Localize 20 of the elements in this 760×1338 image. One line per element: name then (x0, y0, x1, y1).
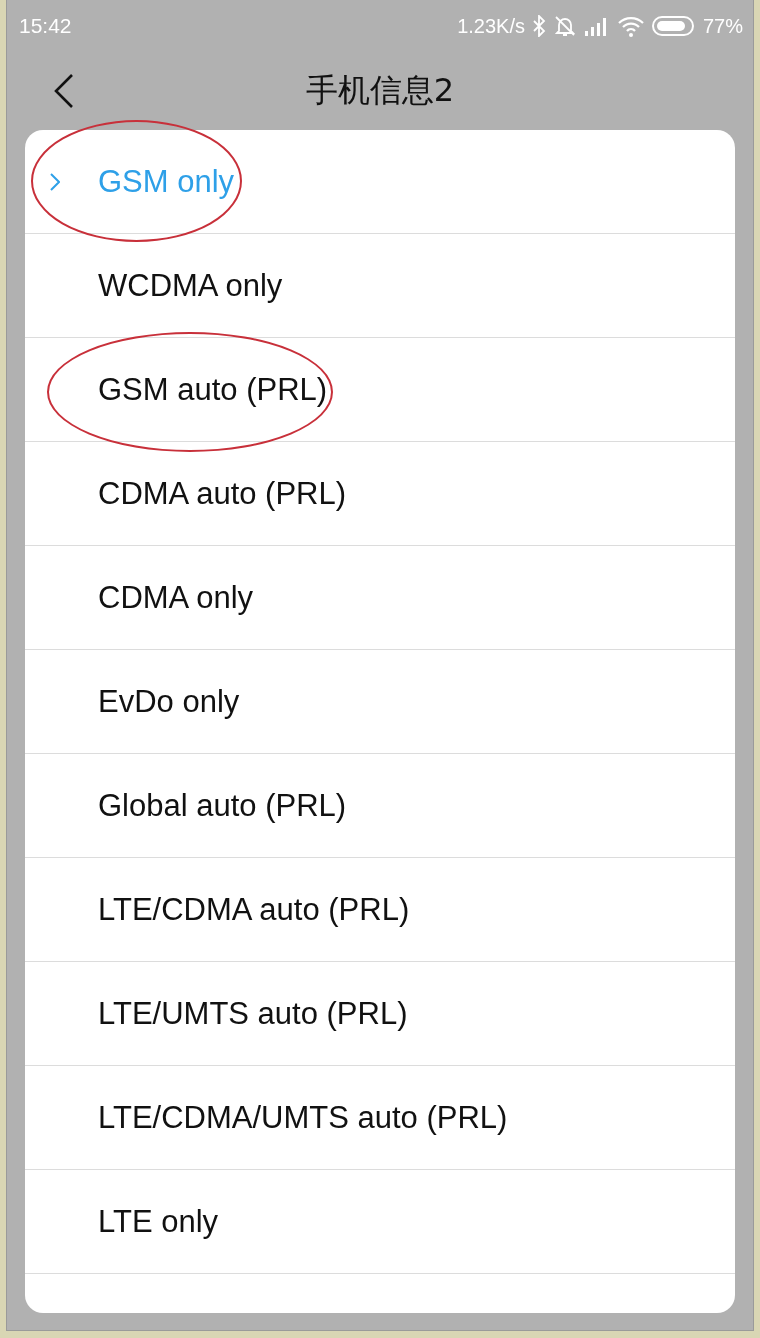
wifi-icon (616, 15, 645, 37)
back-icon[interactable] (53, 73, 75, 109)
battery-icon (651, 15, 696, 37)
option-item[interactable]: Global auto (PRL) (25, 754, 735, 858)
option-item[interactable]: LTE/UMTS auto (PRL) (25, 962, 735, 1066)
bluetooth-icon (531, 15, 546, 37)
option-item[interactable]: CDMA only (25, 546, 735, 650)
option-item[interactable]: GSM auto (PRL) (25, 338, 735, 442)
battery-percent: 77% (702, 14, 743, 38)
option-item[interactable]: LTE/CDMA auto (PRL) (25, 858, 735, 962)
chevron-icon (50, 172, 60, 191)
option-item[interactable]: LTE only (25, 1170, 735, 1274)
option-item[interactable]: LTE/CDMA/UMTS auto (PRL) (25, 1066, 735, 1170)
clock-time: 15:42 (19, 14, 72, 38)
screen-title: 手机信息2 (305, 70, 455, 111)
option-item[interactable]: EvDo only (25, 650, 735, 754)
option-item[interactable]: CDMA auto (PRL) (25, 442, 735, 546)
muted-bell-icon (552, 14, 577, 38)
option-item[interactable]: WCDMA only (25, 234, 735, 338)
network-speed: 1.23K/s (457, 14, 525, 38)
